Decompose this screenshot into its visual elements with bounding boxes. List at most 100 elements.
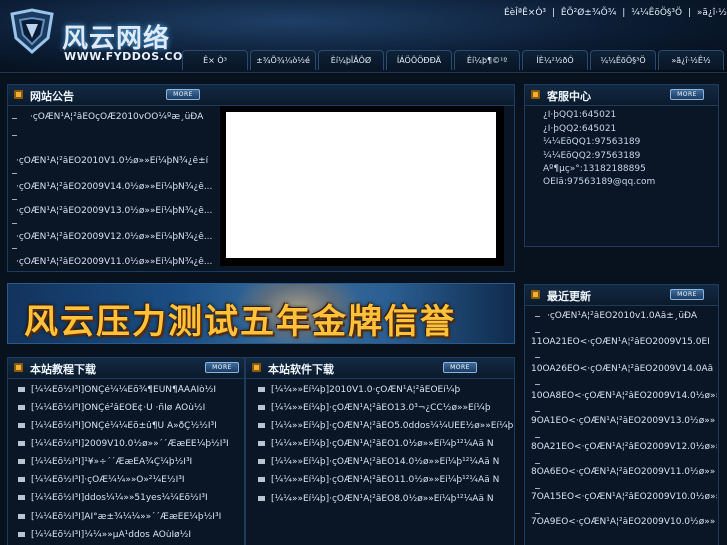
service-icon <box>531 90 540 99</box>
notice-item[interactable]: ·çÔÆÑ¹Á¦²âÊÔ2009V14.0½ø»»Èí¼þÑ¾¿ê... <box>16 182 216 192</box>
banner-text: 风云压力测试五年金牌信誉 <box>24 302 456 342</box>
top-link-separator: | <box>622 8 626 18</box>
tutorial-item[interactable]: [¼¼Êõ½Ì³Ì]ÖÑÇé²âÊÔÊ¢·Ù ·ñÌø ÀÓù½Ì <box>18 403 243 413</box>
nav-tab-home[interactable]: Ê× Ò³ <box>182 50 248 70</box>
tutorial-item[interactable]: [¼¼Êõ½Ì³Ì]ddos¼¼»»51yes¼¼Êõ½Ì³Ì <box>18 493 243 503</box>
notice-item[interactable]: ·çÔÆÑ¹Á¦²âÊÔ2009V13.0½ø»»Èí¼þÑ¾¿ê... <box>16 206 216 216</box>
bullet-icon <box>18 387 25 392</box>
update-item[interactable]: ·çÔÆÑ¹Á¦²âÊÔ2010v1.0Ãâ±¸üÐÂ <box>547 311 717 321</box>
software-item[interactable]: [¼¼»»Èí¼þ]·çÔÆÑ¹Á¦²âÊÔ5.0ddos¼¼ÜÈÊ½ø»»Èí… <box>258 421 514 431</box>
notice-item[interactable]: ·çÔÆÑ¹Á¦²âÊÔ2009V12.0½ø»»Èí¼þÑ¾¿ê... <box>16 232 216 242</box>
shield-logo-icon <box>10 8 54 54</box>
site-logo[interactable]: 风云网络 WWW.FYDDOS.COM <box>8 8 194 64</box>
dash-icon <box>12 199 17 200</box>
site-url: WWW.FYDDOS.COM <box>64 50 195 63</box>
nav-tab-order[interactable]: Èí¼þ¶©¹º <box>454 50 520 70</box>
bullet-icon <box>258 387 265 392</box>
software-panel: 本站软件下载 MORE [¼¼»»Èí¼þ]2010V1.0·çÔÆÑ¹Á¦²â… <box>245 357 515 545</box>
tutorial-item[interactable]: [¼¼Êõ½Ì³Ì]·çÔÆ¼¼»»Ö»²¼Ê½Ì³Ì <box>18 475 243 485</box>
top-link-separator: | <box>551 8 555 18</box>
nav-tab-download[interactable]: Èí¼þÏÂÔØ <box>318 50 384 70</box>
tutorial-item[interactable]: [¼¼Êõ½Ì³Ì]ÂÎ°æ±¾¼¼»»´´ÆæÈË¼þ½Ì³Ì <box>18 512 243 522</box>
support-qq2: ¼¼ÊõQQ2:97563189 <box>543 151 641 161</box>
tutorial-item[interactable]: [¼¼Êõ½Ì³Ì]¹¥»÷´´ÆæÈÀ¾Ç¼þ½Ì³Ì <box>18 457 243 467</box>
top-link-set-homepage[interactable]: ÉèÎªÊ×Ò³ <box>504 8 546 18</box>
video-player[interactable] <box>220 106 504 266</box>
top-link-support[interactable]: ¼¼ÊõÖ§³Ö <box>631 8 682 18</box>
dash-icon <box>535 488 540 489</box>
top-link-bookmark[interactable]: ÊÕ²Ø±¾Õ¾ <box>561 8 617 18</box>
software-item[interactable]: [¼¼»»Èí¼þ]·çÔÆÑ¹Á¦²âÊÔ13.0³¬¿CC½ø»»Èí¼þ <box>258 403 514 413</box>
bullet-icon <box>18 441 25 446</box>
video-screen[interactable] <box>226 112 496 258</box>
update-item[interactable]: 10ÔÂ26ÈÕ<·çÔÆÑ¹Á¦²âÊÔ2009V14.0Ãâ <box>531 364 717 374</box>
dash-icon <box>12 135 17 136</box>
service-qq2: ¿Í·þQQ2:645021 <box>543 124 617 134</box>
service-panel: 客服中心 MORE ¿Í·þQQ1:645021 ¿Í·þQQ2:645021 … <box>524 84 719 247</box>
updates-title: 最近更新 <box>547 290 591 303</box>
software-item[interactable]: [¼¼»»Èí¼þ]·çÔÆÑ¹Á¦²âÊÔ11.0½ø»»Èí¼þ¹²¼Âä … <box>258 475 514 485</box>
service-more-button[interactable]: MORE <box>670 89 704 100</box>
tutorial-item[interactable]: [¼¼Êõ½Ì³Ì]2009V10.0½ø»»´´ÆæÈË¼þ½Ì³Ì <box>18 439 243 449</box>
software-item[interactable]: [¼¼»»Èí¼þ]·çÔÆÑ¹Á¦²âÊÔ14.0½ø»»Èí¼þ¹²¼Âä … <box>258 457 514 467</box>
tutorial-item[interactable]: [¼¼Êõ½Ì³Ì]¼¼»»µÄ¹ddos ÀÓùÌø½Ì <box>18 530 243 540</box>
updates-panel: 最近更新 MORE ·çÔÆÑ¹Á¦²âÊÔ2010v1.0Ãâ±¸üÐÂ 11… <box>524 284 719 545</box>
nav-tab-support[interactable]: ¼¼ÊõÖ§³Ö <box>590 50 656 70</box>
nav-tab-agent[interactable]: ÍÈ¼²½ðÓ <box>522 50 588 70</box>
update-item[interactable]: 8ÔÂ6ÈÕ<·çÔÆÑ¹Á¦²âÊÔ2009V11.0½ø»» <box>531 467 717 477</box>
software-panel-header: 本站软件下载 MORE <box>246 358 514 379</box>
notice-item[interactable]: ·çÔÆÑ¹Á¦²âÊÔçÔÆ2010vÕÒ¼ºæ¸üÐÂ <box>30 112 220 122</box>
service-phone: Àº¶µç»°:13182188895 <box>543 164 646 174</box>
dash-icon <box>535 411 540 412</box>
tutorials-panel-header: 本站教程下载 MORE <box>8 358 244 379</box>
bullet-icon <box>18 459 25 464</box>
tutorial-item[interactable]: [¼¼Êõ½Ì³Ì]ÖÑÇé¼¼Êõ¾­¶ÈÜÑ¶ÅÂÀÍò½Ì <box>18 385 243 395</box>
update-item[interactable]: 7ÔÂ9ÈÕ<·çÔÆÑ¹Á¦²âÊÔ2009V10.0½ø»» <box>531 517 717 527</box>
dash-icon <box>535 437 540 438</box>
dash-icon <box>535 332 540 333</box>
bullet-icon <box>18 514 25 519</box>
service-panel-header: 客服中心 MORE <box>525 85 718 106</box>
bullet-icon <box>18 495 25 500</box>
software-item[interactable]: [¼¼»»Èí¼þ]·çÔÆÑ¹Á¦²âÊÔ8.0½ø»»Èí¼þ¹²¼Âä Ñ <box>258 494 514 504</box>
bullet-icon <box>258 496 265 501</box>
bullet-icon <box>258 405 265 410</box>
top-link-separator: | <box>687 8 692 18</box>
service-email: ÓÊÏä:97563189@qq.com <box>543 177 656 187</box>
dash-icon <box>535 316 540 317</box>
software-item[interactable]: [¼¼»»Èí¼þ]2010V1.0·çÔÆÑ¹Á¦²âÊÔÈí¼þ <box>258 385 514 395</box>
notice-panel-header: 网站公告 MORE <box>8 85 514 106</box>
update-item[interactable]: 9ÔÂ1ÈÕ<·çÔÆÑ¹Á¦²âÊÔ2009V13.0½ø»» <box>531 416 717 426</box>
update-item[interactable]: 11ÔÂ21ÈÕ<·çÔÆÑ¹Á¦²âÊÔ2009V15.0ÈÍ <box>531 337 717 347</box>
dash-icon <box>535 513 540 514</box>
dash-icon <box>12 248 17 249</box>
main-nav: Ê× Ò³ ±¾Õ¾¼ò½é Èí¼þÏÂÔØ ÍÁÖÔÖÐÐÄ Èí¼þ¶©¹… <box>182 50 727 72</box>
bullet-icon <box>258 423 265 428</box>
top-links: ÉèÎªÊ×Ò³ | ÊÕ²Ø±¾Õ¾ | ¼¼ÊõÖ§³Ö | »ã¿î·½Ê… <box>504 8 727 18</box>
promo-banner[interactable]: 风云压力测试五年金牌信誉 <box>7 283 515 344</box>
software-item[interactable]: [¼¼»»Èí¼þ]·çÔÆÑ¹Á¦²âÊÔ1.0½ø»»Èí¼þ¹²¼Âä Ñ <box>258 439 514 449</box>
tutorials-panel: 本站教程下载 MORE [¼¼Êõ½Ì³Ì]ÖÑÇé¼¼Êõ¾­¶ÈÜÑ¶ÅÂÀ… <box>7 357 245 545</box>
tutorial-item[interactable]: [¼¼Êõ½Ì³Ì]ÖÑÇé¼¼Êõ±û¶Ù À»ðÇ½½Ì³Ì <box>18 421 243 431</box>
notice-title: 网站公告 <box>30 90 74 103</box>
software-more-button[interactable]: MORE <box>443 362 477 373</box>
notice-more-button[interactable]: MORE <box>166 89 200 100</box>
bullet-icon <box>18 477 25 482</box>
dash-icon <box>535 384 540 385</box>
updates-icon <box>531 290 540 299</box>
nav-tab-about[interactable]: ±¾Õ¾¼ò½é <box>250 50 316 70</box>
service-title: 客服中心 <box>547 90 591 103</box>
update-item[interactable]: 8ÔÂ21ÈÕ<·çÔÆÑ¹Á¦²âÊÔ2009V12.0½ø»» <box>531 442 717 452</box>
top-link-payment[interactable]: »ã¿î·½Ê½ <box>697 8 727 18</box>
tutorials-more-button[interactable]: MORE <box>205 362 239 373</box>
support-qq1: ¼¼ÊõQQ1:97563189 <box>543 137 641 147</box>
updates-more-button[interactable]: MORE <box>670 289 704 300</box>
notice-item[interactable]: ·çÔÆÑ¹Á¦²âÊÔ2009V11.0½ø»»Èí¼þÑ¾¿ê... <box>16 257 216 267</box>
site-header: 风云网络 WWW.FYDDOS.COM ÉèÎªÊ×Ò³ | ÊÕ²Ø±¾Õ¾ … <box>0 0 727 73</box>
notice-item[interactable]: ·çÔÆÑ¹Á¦²âÊÔ2010V1.0½ø»»Èí¼þÑ¾¿ê±í <box>16 156 216 166</box>
tutorials-title: 本站教程下载 <box>30 363 96 376</box>
update-item[interactable]: 7ÔÂ15ÈÕ<·çÔÆÑ¹Á¦²âÊÔ2009V10.0½ø»» <box>531 492 717 502</box>
update-item[interactable]: 10ÔÂ8ÈÕ<·çÔÆÑ¹Á¦²âÊÔ2009V14.0½ø»» <box>531 391 717 401</box>
nav-tab-payment[interactable]: »ã¿î·½Ê½ <box>658 50 724 70</box>
nav-tab-center[interactable]: ÍÁÖÔÖÐÐÄ <box>386 50 452 70</box>
